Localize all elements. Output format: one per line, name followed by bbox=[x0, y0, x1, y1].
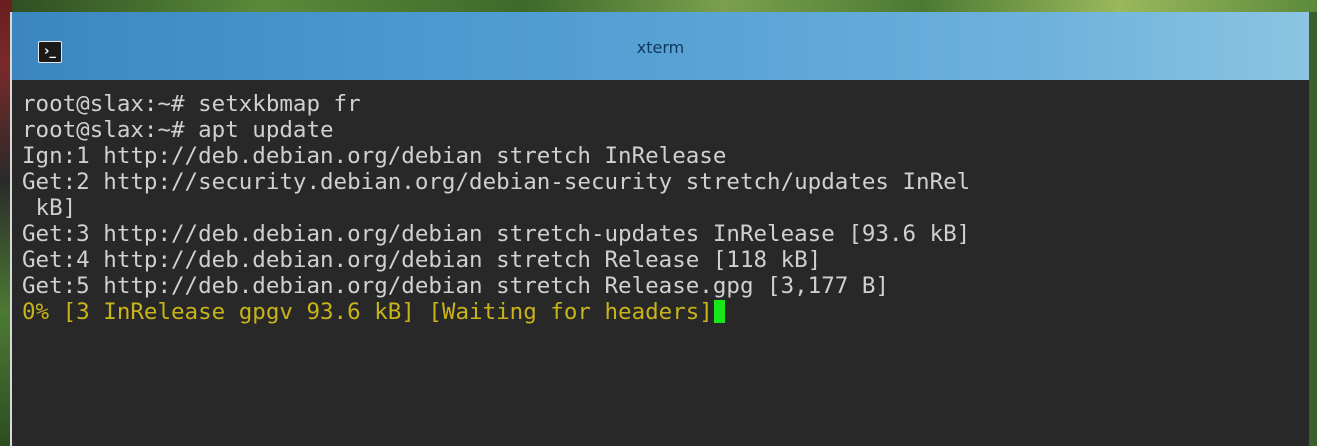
terminal-line: Get:4 http://deb.debian.org/debian stret… bbox=[22, 247, 822, 273]
terminal-line: Get:5 http://deb.debian.org/debian stret… bbox=[22, 273, 889, 299]
xterm-window[interactable]: ›_ xterm root@slax:~# setxkbmap fr root@… bbox=[12, 12, 1309, 446]
terminal-line: Get:3 http://deb.debian.org/debian stret… bbox=[22, 221, 971, 247]
terminal-line: root@slax:~# apt update bbox=[22, 117, 334, 143]
text-cursor bbox=[713, 300, 725, 323]
terminal-line: root@slax:~# setxkbmap fr bbox=[22, 91, 361, 117]
terminal-output[interactable]: root@slax:~# setxkbmap fr root@slax:~# a… bbox=[12, 80, 1309, 446]
desktop-wallpaper bbox=[0, 0, 1317, 12]
progress-line: 0% [3 InRelease gpgv 93.6 kB] [Waiting f… bbox=[22, 299, 725, 325]
window-titlebar[interactable]: ›_ xterm bbox=[12, 12, 1309, 80]
window-title: xterm bbox=[636, 38, 685, 57]
terminal-line: kB] bbox=[22, 195, 77, 221]
progress-text: 0% [3 InRelease gpgv 93.6 kB] [Waiting f… bbox=[22, 299, 713, 325]
terminal-line: Ign:1 http://deb.debian.org/debian stret… bbox=[22, 143, 727, 169]
terminal-line: Get:2 http://security.debian.org/debian-… bbox=[22, 169, 971, 195]
